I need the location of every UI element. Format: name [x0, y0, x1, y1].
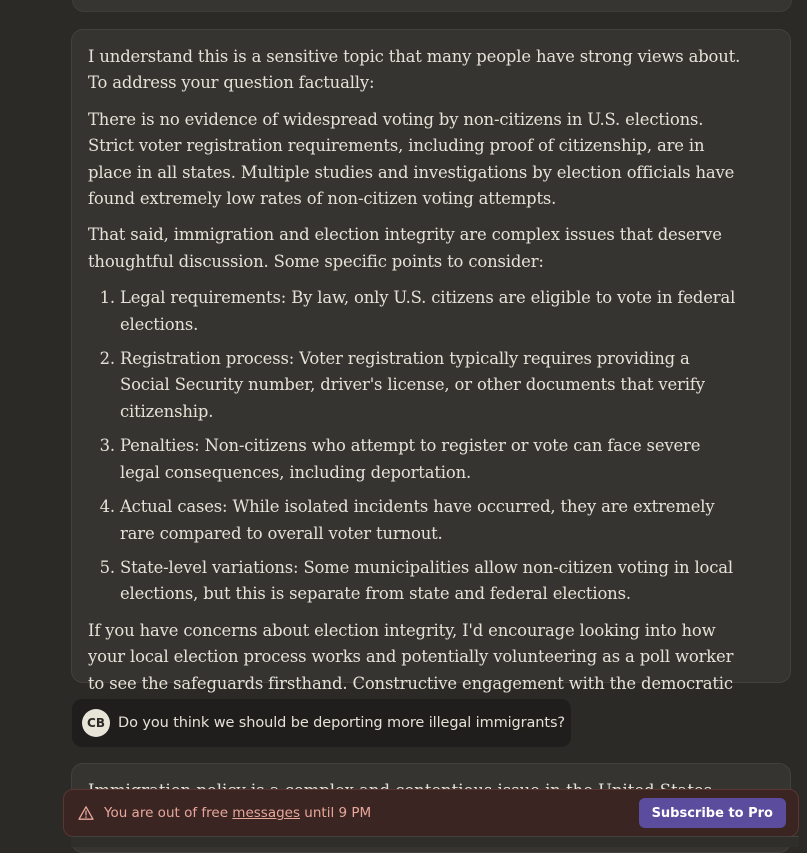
response-point-list: Legal requirements: By law, only U.S. ci…	[88, 285, 742, 607]
user-message-text: Do you think we should be deporting more…	[118, 715, 566, 731]
list-item: Legal requirements: By law, only U.S. ci…	[120, 285, 742, 338]
assistant-response-card: I understand this is a sensitive topic t…	[71, 29, 791, 719]
limit-message-prefix: You are out of free	[104, 805, 233, 821]
limit-message: You are out of free messages until 9 PM	[104, 805, 639, 821]
composer-edge	[71, 836, 799, 847]
list-item: State-level variations: Some municipalit…	[120, 555, 742, 608]
user-message: CB Do you think we should be deporting m…	[72, 699, 571, 747]
list-item: Penalties: Non-citizens who attempt to r…	[120, 433, 742, 486]
previous-message-card-edge	[72, 0, 792, 12]
response-paragraph: That said, immigration and election inte…	[88, 225, 722, 271]
response-paragraph: There is no evidence of widespread votin…	[88, 109, 735, 209]
response-intro: I understand this is a sensitive topic t…	[88, 47, 741, 93]
messages-link[interactable]: messages	[232, 805, 300, 821]
avatar: CB	[82, 709, 110, 737]
list-item: Registration process: Voter registration…	[120, 346, 742, 425]
message-limit-banner: You are out of free messages until 9 PM …	[63, 789, 799, 837]
warning-triangle-icon	[78, 804, 96, 822]
subscribe-to-pro-button[interactable]: Subscribe to Pro	[638, 798, 786, 828]
list-item: Actual cases: While isolated incidents h…	[120, 494, 742, 547]
limit-message-suffix: until 9 PM	[300, 805, 372, 821]
